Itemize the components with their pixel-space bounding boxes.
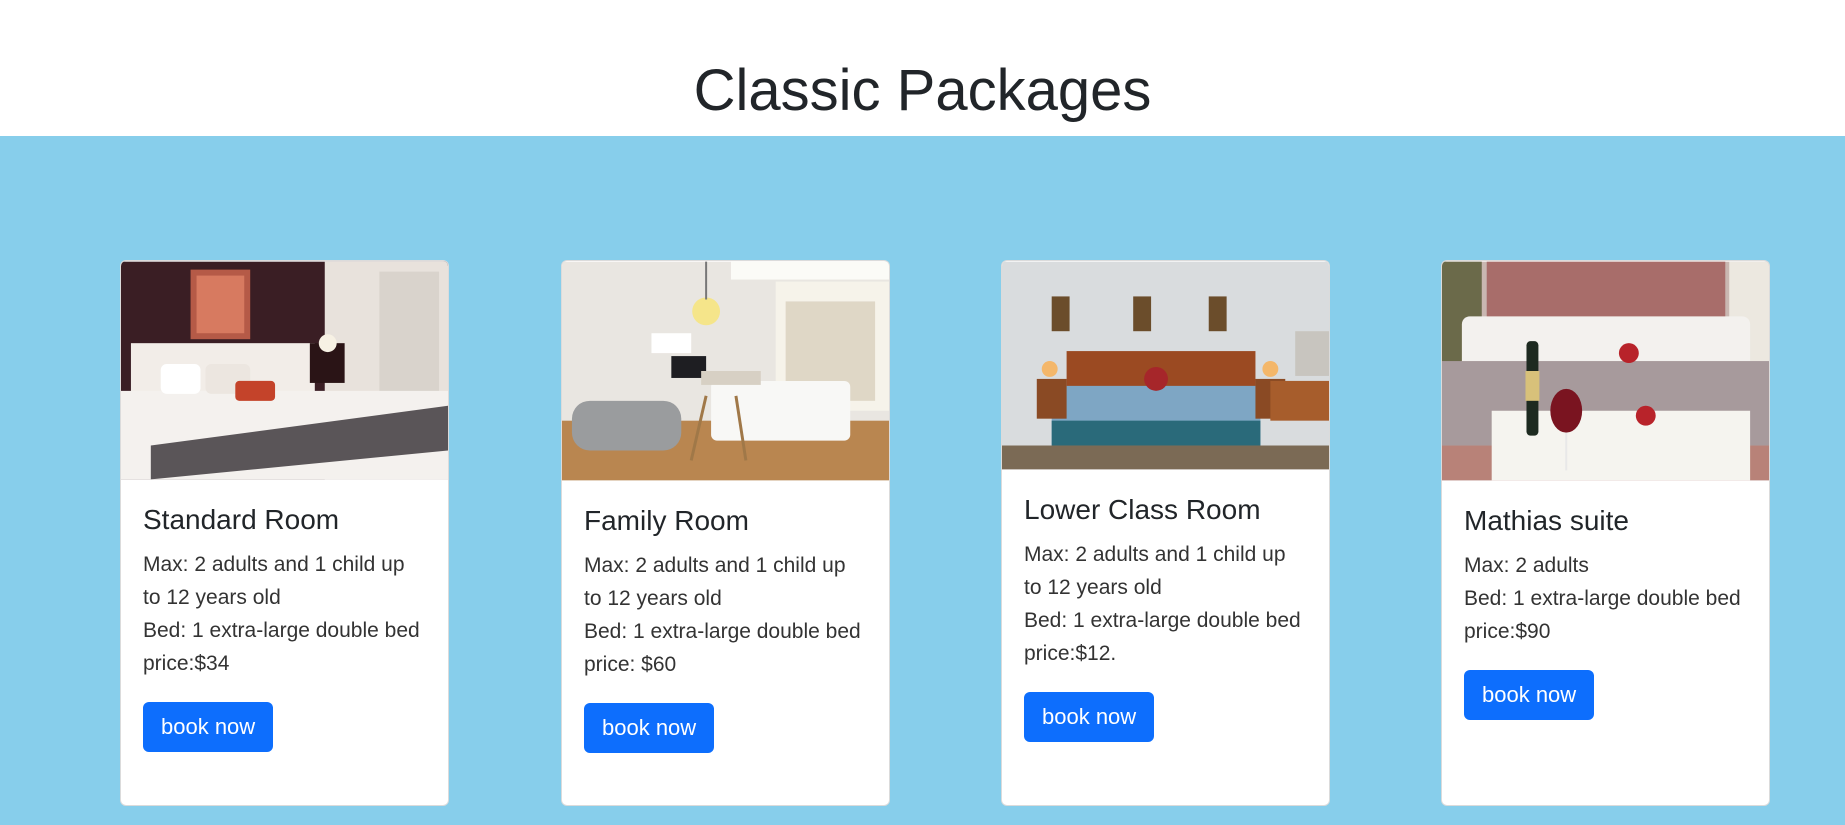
lower-class-room-image xyxy=(1002,261,1329,470)
standard-room-image xyxy=(121,261,448,480)
card-body: Mathias suite Max: 2 adults Bed: 1 extra… xyxy=(1442,503,1769,720)
card-body: Family Room Max: 2 adults and 1 child up… xyxy=(562,503,889,753)
card-price: price: $60 xyxy=(584,653,677,676)
card-bed-price: Bed: 1 extra-large double bed price:$90 xyxy=(1464,587,1741,643)
book-now-button[interactable]: book now xyxy=(584,703,715,753)
card-title: Mathias suite xyxy=(1464,505,1629,536)
package-card-family: Family Room Max: 2 adults and 1 child up… xyxy=(561,260,890,806)
card-bed: Bed: 1 extra-large double bed xyxy=(584,620,861,643)
card-title: Family Room xyxy=(584,505,749,536)
book-now-button[interactable]: book now xyxy=(1464,670,1595,720)
card-title: Lower Class Room xyxy=(1024,494,1261,525)
card-occupancy: Max: 2 adults and 1 child up to 12 years… xyxy=(1024,543,1286,599)
card-title: Standard Room xyxy=(143,504,340,535)
package-card-lower-class: Lower Class Room Max: 2 adults and 1 chi… xyxy=(1001,260,1330,806)
card-price: price:$34 xyxy=(143,652,230,675)
page-title: Classic Packages xyxy=(693,58,1152,123)
card-body: Lower Class Room Max: 2 adults and 1 chi… xyxy=(1002,492,1329,742)
card-bed: Bed: 1 extra-large double bed xyxy=(1024,609,1301,632)
card-price: price:$12. xyxy=(1024,642,1117,665)
card-bed: Bed: 1 extra-large double bed xyxy=(143,619,420,642)
header: Classic Packages xyxy=(0,0,1845,136)
book-now-button[interactable]: book now xyxy=(1024,692,1155,742)
card-body: Standard Room Max: 2 adults and 1 child … xyxy=(121,502,448,752)
package-card-suite: Mathias suite Max: 2 adults Bed: 1 extra… xyxy=(1441,260,1770,806)
family-room-image xyxy=(562,261,889,481)
book-now-button[interactable]: book now xyxy=(143,702,274,752)
card-occupancy: Max: 2 adults xyxy=(1464,554,1589,577)
card-occupancy: Max: 2 adults and 1 child up to 12 years… xyxy=(584,554,846,610)
suite-image xyxy=(1442,261,1769,481)
package-card-standard: Standard Room Max: 2 adults and 1 child … xyxy=(120,260,449,806)
card-occupancy: Max: 2 adults and 1 child up to 12 years… xyxy=(143,553,405,609)
